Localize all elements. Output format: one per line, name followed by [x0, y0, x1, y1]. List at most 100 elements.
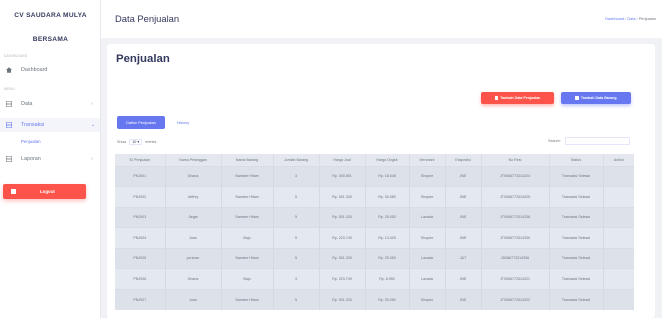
table-cell: PNJ003: [115, 206, 166, 228]
sidebar-item-label: Laporan: [21, 156, 41, 162]
chevron-down-icon: ⌄: [91, 122, 96, 128]
table-cell: Rp. 30.080: [365, 186, 410, 207]
table-cell: 5: [273, 186, 320, 207]
grid-icon: [6, 156, 12, 162]
table-cell: Juan: [165, 288, 222, 310]
breadcrumb: Dashboard/Data/Penjualan: [605, 16, 656, 21]
table-cell: PNJ004: [115, 227, 166, 248]
entries-label: entries: [145, 140, 157, 144]
home-icon: [6, 67, 12, 73]
column-header[interactable]: No Resi: [481, 154, 550, 166]
tab-history[interactable]: History: [171, 116, 195, 129]
table-cell: Juan: [165, 227, 222, 248]
table-cell: JNE: [445, 186, 482, 207]
table-cell: Lazada: [409, 268, 446, 289]
table-cell: Ghana: [165, 268, 222, 289]
table-cell: JD066773314356: [481, 247, 550, 269]
table-cell[interactable]: [603, 186, 634, 207]
sidebar-subitem-label: Penjualan: [21, 139, 41, 144]
column-header[interactable]: Harga Jual: [319, 154, 366, 166]
table-cell: Transaksi Selesai: [549, 206, 604, 228]
column-header[interactable]: Jumlah Barang: [273, 154, 320, 166]
table-cell: JNE: [445, 165, 482, 187]
column-header[interactable]: Merchant: [409, 154, 446, 166]
table-cell: Transaksi Selesai: [549, 227, 604, 248]
table-cell[interactable]: [603, 247, 634, 269]
table-cell: 3: [273, 165, 320, 187]
table-row: PNJ007 Juan Sweater Hitam 5 Rp. 501.335 Rp. 3…: [115, 288, 634, 310]
add-item-label: Tambah Data Barang: [580, 96, 617, 100]
add-item-button[interactable]: Tambah Data Barang: [561, 92, 631, 104]
sales-table: ID Penjualan Nama Pelanggan Nama Barang Jum…: [115, 154, 634, 310]
table-cell: Sweater Hitam: [221, 247, 274, 269]
table-row: PNJ006 Ghana Baju 3 Rp. 223.749 Rp. 8.950 Laza…: [115, 268, 634, 289]
table-search: Search:: [548, 137, 630, 145]
brand-name-line1: CV SAUDARA MULYA: [14, 12, 87, 19]
brand-name-line2: BERSAMA: [32, 36, 69, 43]
table-row: PNJ003 Jiegar Sweater Hitam 5 Rp. 501.335 Rp.…: [115, 206, 634, 228]
search-label: Search:: [548, 139, 561, 143]
sidebar-item-data[interactable]: Data ›: [0, 97, 100, 111]
table-cell: JNE: [445, 206, 482, 228]
sidebar-subitem-penjualan[interactable]: Penjualan: [0, 136, 100, 148]
table-cell: PNJ007: [115, 288, 166, 310]
content-card: Penjualan Tambah Data Penjualan Tambah D…: [107, 44, 655, 318]
table-cell[interactable]: [603, 288, 634, 310]
table-cell: 5: [273, 227, 320, 248]
logout-icon: [11, 189, 16, 194]
logout-button[interactable]: Logout: [3, 184, 86, 199]
page-header: Data Penjualan Dashboard/Data/Penjualan: [101, 0, 662, 38]
add-sale-button[interactable]: Tambah Data Penjualan: [481, 92, 554, 104]
table-cell: Sweater Hitam: [221, 206, 274, 228]
table-cell: JT0066773314324: [481, 165, 550, 187]
tab-daftar-penjualan[interactable]: Daftar Penjualan: [117, 116, 165, 129]
table-cell: JNE: [445, 288, 482, 310]
table-cell: Shopee: [409, 288, 446, 310]
table-cell: Rp. 501.335: [319, 206, 366, 228]
show-label: Show: [117, 140, 127, 144]
entries-length-control: Show 10 ▾ entries: [117, 139, 156, 145]
table-cell: 3: [273, 268, 320, 289]
column-header[interactable]: Harga Ongkir: [365, 154, 410, 166]
table-cell[interactable]: [603, 268, 634, 289]
column-header[interactable]: Nama Barang: [221, 154, 274, 166]
table-cell: Sweater Hitam: [221, 186, 274, 207]
sidebar-item-label: Data: [21, 101, 33, 107]
table-cell[interactable]: [603, 206, 634, 228]
sidebar-item-transaksi[interactable]: Transaksi ⌄: [0, 118, 100, 132]
table-cell[interactable]: [603, 227, 634, 248]
table-cell: Rp. 501.335: [319, 186, 366, 207]
entries-select[interactable]: 10 ▾: [129, 139, 143, 145]
table-row: PNJ004 Juan Baju 5 Rp. 223.749 Rp. 13.425 Shop…: [115, 227, 634, 248]
table-cell: Ghana: [165, 165, 222, 187]
table-cell: Baju: [221, 268, 274, 289]
table-cell: JT0066773314325: [481, 186, 550, 207]
table-cell: Baju: [221, 227, 274, 248]
sidebar-item-laporan[interactable]: Laporan ›: [0, 152, 100, 166]
breadcrumb-dashboard[interactable]: Dashboard: [605, 16, 624, 21]
table-cell: Rp. 501.335: [319, 288, 366, 310]
breadcrumb-data[interactable]: Data: [627, 16, 635, 21]
table-cell: Lazada: [409, 206, 446, 228]
search-input[interactable]: [564, 137, 630, 145]
table-cell: JT0066773314322: [481, 288, 550, 310]
column-header[interactable]: Status: [549, 154, 604, 166]
table-cell: PNJ002: [115, 186, 166, 207]
grid-icon: [6, 122, 12, 128]
table-cell: Rp. 13.425: [365, 227, 410, 248]
sidebar-item-dashboard[interactable]: Dashboard: [0, 63, 100, 77]
table-cell: Sweater Hitam: [221, 165, 274, 187]
table-cell: Rp. 25.053: [365, 247, 410, 269]
table-cell: J&T: [445, 247, 482, 269]
table-cell: Transaksi Selesai: [549, 165, 604, 187]
column-header[interactable]: Action: [603, 154, 634, 166]
table-cell: JT0066773314321: [481, 268, 550, 289]
table-cell: Rp. 501.335: [319, 247, 366, 269]
column-header[interactable]: Ekspedisi: [445, 154, 482, 166]
table-cell: Transaksi Selesai: [549, 268, 604, 289]
column-header[interactable]: Nama Pelanggan: [165, 154, 222, 166]
table-header-row: ID Penjualan Nama Pelanggan Nama Barang Jum…: [115, 154, 634, 166]
column-header[interactable]: ID Penjualan: [115, 154, 166, 166]
table-cell: Sweater Hitam: [221, 288, 274, 310]
table-cell[interactable]: [603, 165, 634, 187]
